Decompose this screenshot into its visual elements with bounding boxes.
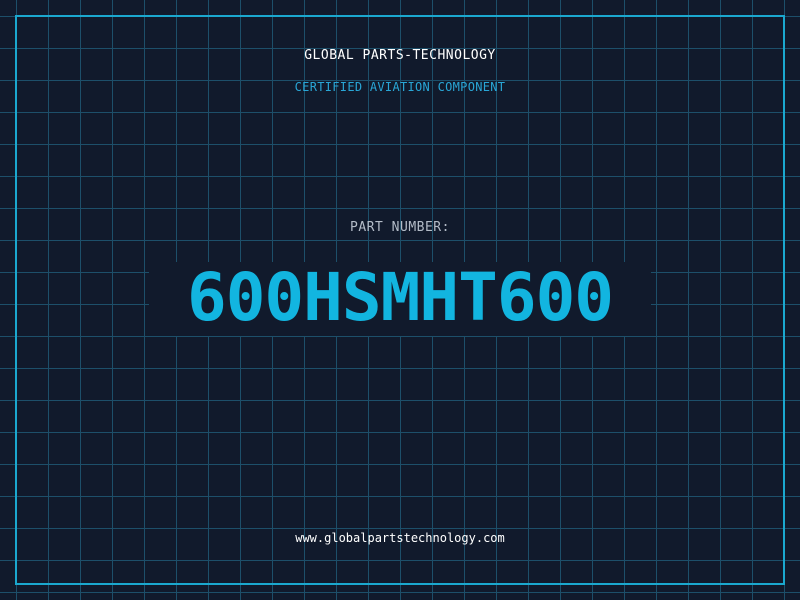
part-number-value: 600HSMHT600 xyxy=(186,259,614,336)
part-number-label: PART NUMBER: xyxy=(350,220,450,235)
tagline: CERTIFIED AVIATION COMPONENT xyxy=(294,80,506,94)
website-url: www.globalpartstechnology.com xyxy=(295,531,505,545)
company-name: GLOBAL PARTS-TECHNOLOGY xyxy=(304,48,496,63)
